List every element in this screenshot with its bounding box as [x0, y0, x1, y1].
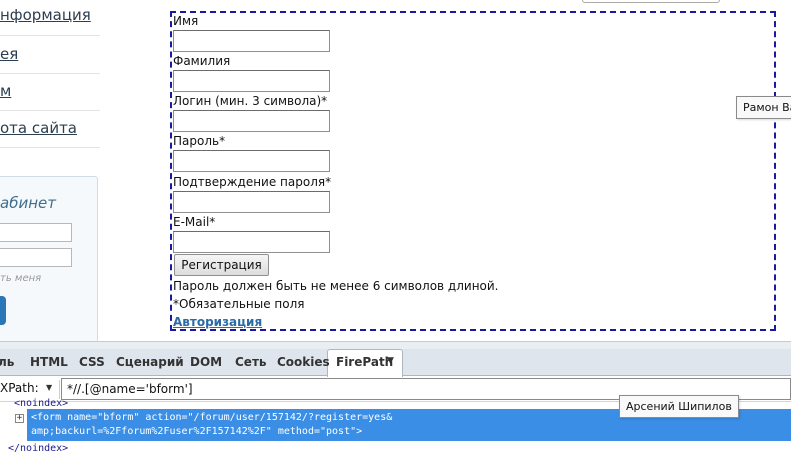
login-label: Логин (мин. 3 символа)* — [173, 94, 328, 108]
password-confirm-label: Подтверждение пароля* — [173, 175, 332, 189]
cabinet-login-button[interactable] — [0, 296, 6, 325]
last-name-label: Фамилия — [173, 54, 231, 68]
cabinet-password-input[interactable] — [0, 248, 72, 267]
sidebar-divider — [0, 35, 100, 36]
cabinet-login-input[interactable] — [0, 223, 72, 242]
sidebar-divider — [0, 147, 100, 148]
sidebar-link-information[interactable]: нформация — [0, 6, 91, 24]
expand-node-icon[interactable]: + — [15, 414, 24, 423]
sidebar-divider — [0, 73, 100, 74]
email-label: E-Mail* — [173, 215, 216, 229]
password-label: Пароль* — [173, 134, 226, 148]
last-name-input[interactable] — [173, 70, 330, 92]
authorization-link[interactable]: Авторизация — [173, 315, 262, 329]
sidebar-link-3[interactable]: м — [0, 82, 11, 100]
tab-css[interactable]: CSS — [79, 355, 105, 369]
cabinet-title: абинет — [0, 194, 56, 212]
sidebar-divider — [0, 110, 100, 111]
required-fields-note: *Обязательные поля — [173, 297, 305, 311]
user-tooltip-devtools: Арсений Шипилов — [619, 395, 739, 418]
password-requirement-note: Пароль должен быть не менее 6 символов д… — [173, 279, 499, 293]
user-tooltip-right: Рамон Ва — [736, 96, 791, 119]
chevron-down-icon[interactable]: ▼ — [387, 356, 394, 366]
password-confirm-input[interactable] — [173, 191, 330, 213]
tab-console[interactable]: ль — [0, 355, 14, 369]
register-button[interactable]: Регистрация — [174, 254, 269, 276]
first-name-label: Имя — [173, 14, 199, 28]
email-input[interactable] — [173, 231, 330, 253]
toolbar-divider — [59, 380, 60, 399]
tab-script[interactable]: Сценарий — [116, 355, 184, 369]
first-name-input[interactable] — [173, 30, 330, 52]
login-input[interactable] — [173, 110, 330, 132]
code-line-noindex-open[interactable]: <noindex> — [14, 398, 68, 409]
password-input[interactable] — [173, 150, 330, 172]
tab-net[interactable]: Сеть — [235, 355, 267, 369]
selected-node-line-1[interactable]: <form name="bform" action="/forum/user/1… — [31, 412, 392, 423]
devtools-splitter[interactable] — [0, 341, 791, 349]
sidebar-link-2[interactable]: ея — [0, 45, 18, 63]
tab-html[interactable]: HTML — [30, 355, 68, 369]
tab-dom[interactable]: DOM — [190, 355, 222, 369]
tab-firepath[interactable]: FirePath — [336, 355, 393, 369]
selected-node-line-2[interactable]: amp;backurl=%2Fforum%2Fuser%2F157142%2F"… — [31, 426, 362, 437]
remember-me-label[interactable]: ть меня — [0, 273, 41, 284]
xpath-label[interactable]: XPath: — [0, 381, 39, 395]
xpath-dropdown-icon[interactable]: ▼ — [46, 383, 52, 392]
code-line-noindex-close[interactable]: </noindex> — [8, 443, 68, 454]
top-element-edge — [582, 0, 720, 3]
tab-cookies[interactable]: Cookies — [277, 355, 330, 369]
sidebar-link-site-map[interactable]: ота сайта — [0, 119, 77, 137]
